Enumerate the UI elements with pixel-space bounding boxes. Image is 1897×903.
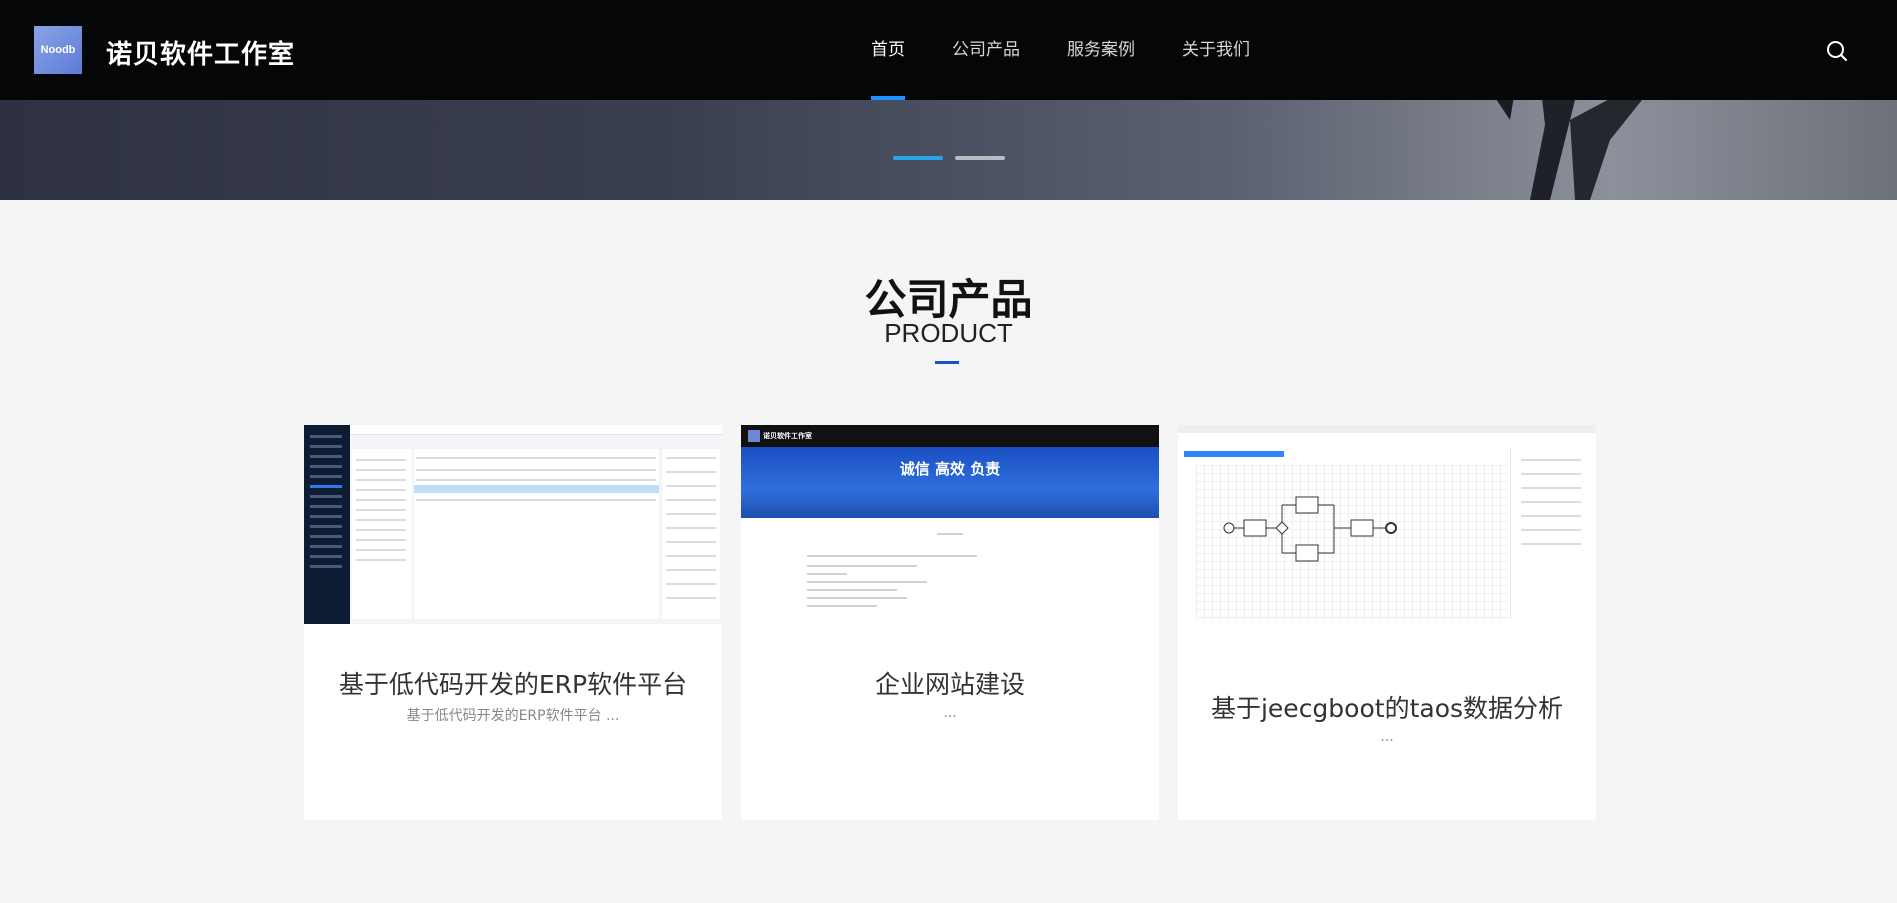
main-nav: 首页 公司产品 服务案例 关于我们: [871, 0, 1297, 100]
product-card-taos[interactable]: 基于jeecgboot的taos数据分析 ...: [1178, 425, 1596, 820]
product-thumbnail: 诺贝软件工作室 诚信 高效 负责: [741, 425, 1159, 624]
product-title[interactable]: 企业网站建设: [741, 665, 1159, 701]
hero-figure-image: [1496, 100, 1642, 200]
product-title[interactable]: 基于低代码开发的ERP软件平台: [304, 665, 722, 701]
nav-home[interactable]: 首页: [871, 0, 905, 100]
brand-name[interactable]: 诺贝软件工作室: [106, 34, 295, 71]
product-thumbnail: [1178, 425, 1596, 624]
product-thumbnail: [304, 425, 722, 624]
nav-products[interactable]: 公司产品: [952, 0, 1020, 100]
nav-about[interactable]: 关于我们: [1182, 0, 1250, 100]
carousel-dot-2[interactable]: [955, 156, 1005, 160]
section-subtitle: PRODUCT: [884, 318, 1013, 348]
search-icon[interactable]: [1826, 40, 1848, 62]
site-header: Noodb 诺贝软件工作室 首页 公司产品 服务案例 关于我们: [0, 0, 1897, 100]
thumbnail-banner-text: 诚信 高效 负责: [899, 460, 1001, 478]
product-description: ...: [1380, 729, 1394, 745]
product-description: ...: [943, 705, 957, 721]
section-divider: [935, 361, 959, 364]
nav-cases[interactable]: 服务案例: [1067, 0, 1135, 100]
carousel-indicators: [893, 156, 1005, 160]
product-card-erp[interactable]: 基于低代码开发的ERP软件平台 基于低代码开发的ERP软件平台 ...: [304, 425, 722, 820]
carousel-dot-1[interactable]: [893, 156, 943, 160]
thumbnail-brand-text: 诺贝软件工作室: [763, 432, 812, 440]
product-card-website[interactable]: 诺贝软件工作室 诚信 高效 负责 企业网站建设 ...: [741, 425, 1159, 820]
product-title[interactable]: 基于jeecgboot的taos数据分析: [1178, 689, 1596, 725]
logo[interactable]: Noodb: [34, 26, 82, 74]
product-description: 基于低代码开发的ERP软件平台 ...: [406, 708, 620, 724]
hero-banner: [0, 100, 1897, 200]
